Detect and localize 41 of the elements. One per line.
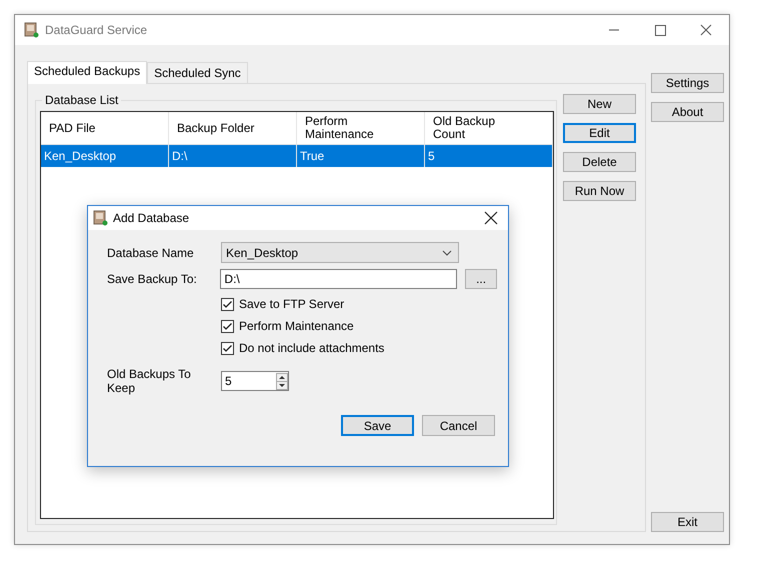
list-button[interactable]: Delete	[563, 152, 636, 172]
field-label: Database Name	[107, 246, 195, 260]
column-header[interactable]: Old Backup Count	[425, 112, 553, 144]
table-cell: Ken_Desktop	[41, 145, 169, 167]
field-label: Save Backup To:	[107, 272, 198, 286]
table-cell: 5	[425, 145, 553, 167]
list-button[interactable]: New	[563, 94, 636, 114]
close-icon[interactable]	[484, 211, 498, 225]
side-button[interactable]: Settings	[651, 73, 724, 93]
dialog-button[interactable]: Cancel	[422, 415, 495, 436]
tab[interactable]: Scheduled Backups	[27, 61, 148, 84]
field-label: Old Backups To Keep	[107, 367, 192, 395]
group-title: Database List	[42, 93, 122, 107]
browse-button[interactable]: ...	[465, 269, 498, 289]
column-header[interactable]: Perform Maintenance	[297, 112, 425, 144]
table-row[interactable]: Ken_Desktop D:\ True 5	[41, 145, 553, 167]
table-cell: D:\	[169, 145, 297, 167]
spinner-arrows-icon[interactable]	[276, 372, 288, 390]
number-spinner[interactable]: 5	[221, 371, 289, 391]
checkbox[interactable]	[221, 298, 234, 310]
table-cell: True	[297, 145, 425, 167]
checkbox-label[interactable]: Perform Maintenance	[239, 319, 354, 333]
exit-button[interactable]: Exit	[651, 512, 724, 532]
path-field[interactable]: D:\	[220, 269, 458, 289]
app-icon	[23, 22, 39, 38]
checkbox-label[interactable]: Save to FTP Server	[239, 297, 344, 311]
list-button[interactable]: Edit	[563, 123, 636, 143]
side-button[interactable]: About	[651, 102, 724, 122]
checkbox[interactable]	[221, 342, 234, 354]
tab[interactable]: Scheduled Sync	[147, 62, 248, 83]
dialog-button[interactable]: Save	[341, 415, 414, 436]
window-title: DataGuard Service	[45, 23, 148, 37]
dialog-title: Add Database	[113, 211, 190, 225]
list-button[interactable]: Run Now	[563, 181, 636, 201]
checkbox[interactable]	[221, 320, 234, 332]
chevron-down-icon	[442, 250, 452, 256]
database-dropdown[interactable]: Ken_Desktop	[221, 242, 459, 263]
checkbox-label[interactable]: Do not include attachments	[239, 341, 384, 355]
column-header[interactable]: Backup Folder	[169, 112, 297, 144]
column-header[interactable]: PAD File	[41, 112, 169, 144]
app-icon	[92, 210, 108, 226]
